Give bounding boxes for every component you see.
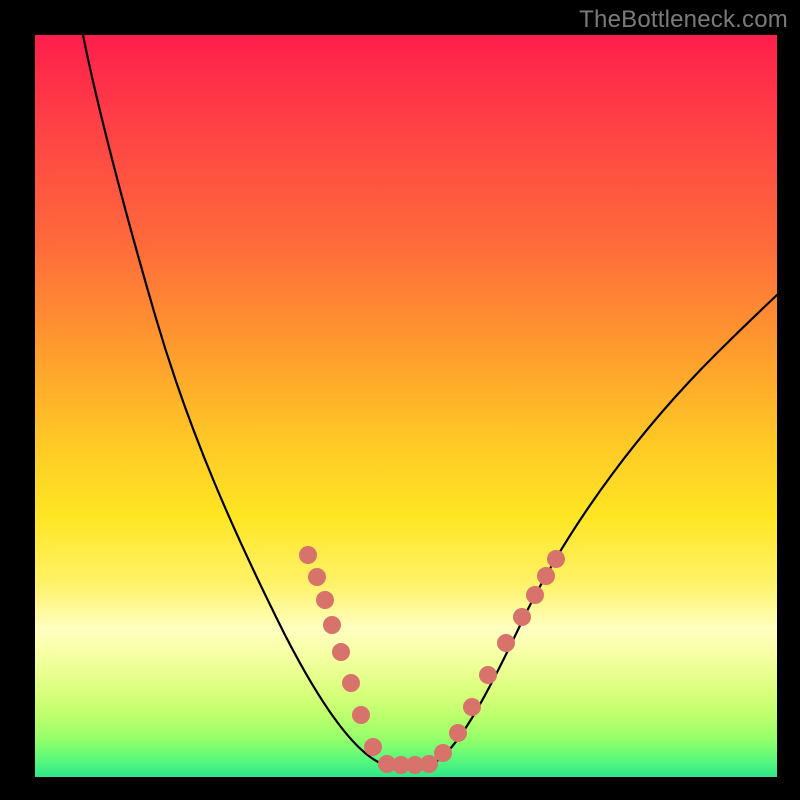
dot <box>479 666 497 684</box>
dot <box>434 744 452 762</box>
dot <box>308 568 326 586</box>
bottleneck-curve <box>83 35 777 765</box>
dot <box>513 608 531 626</box>
chart-frame: TheBottleneck.com <box>0 0 800 800</box>
dot <box>342 674 360 692</box>
dot <box>352 706 370 724</box>
dot <box>547 550 565 568</box>
dot <box>449 724 467 742</box>
dot <box>497 634 515 652</box>
dot <box>463 698 481 716</box>
watermark-text: TheBottleneck.com <box>579 6 788 34</box>
dot <box>299 546 317 564</box>
marker-dots <box>299 546 565 774</box>
dot <box>537 567 555 585</box>
plot-area <box>35 35 777 777</box>
dot <box>364 738 382 756</box>
dot <box>316 591 334 609</box>
dot <box>420 755 438 773</box>
dot <box>323 616 341 634</box>
dot <box>526 586 544 604</box>
curve-svg <box>35 35 777 777</box>
dot <box>332 643 350 661</box>
